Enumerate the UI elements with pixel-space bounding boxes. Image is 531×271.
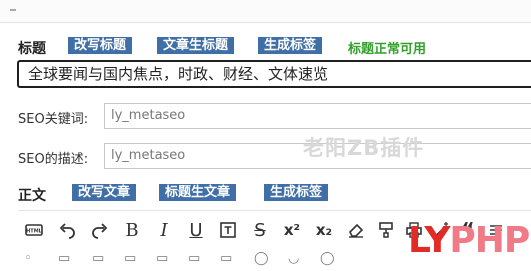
superscript-icon[interactable]: x² [280,219,304,241]
toolbar-row2-item[interactable]: ◯ [320,251,340,266]
generate-tags-button[interactable]: 生成标签 [258,37,323,54]
body-label: 正文 [18,188,46,204]
subscript-icon[interactable]: x₂ [312,219,336,241]
seo-description-label: SEO的描述: [18,152,89,167]
title-label: 标题 [18,41,46,57]
text-border-icon[interactable] [216,219,240,241]
toolbar-row2-item[interactable]: ▭ [188,251,208,266]
html-icon[interactable]: HTML [22,219,46,241]
italic-icon[interactable]: I [152,219,176,241]
seo-keywords-input[interactable]: ly_metaseo [104,103,531,129]
title-to-article-button[interactable]: 标题生文章 [159,184,237,201]
top-bar [0,0,531,23]
toolbar-row2-item[interactable]: ▭ [92,251,112,266]
article-to-title-button[interactable]: 文章生标题 [157,37,235,54]
logo-part-2: PHP [449,220,530,261]
rewrite-article-button[interactable]: 改写文章 [72,184,137,201]
toolbar-row2-item[interactable]: ◯ [254,251,274,266]
toolbar-row2-item[interactable]: ▭ [220,251,240,266]
rewrite-title-button[interactable]: 改写标题 [68,37,133,54]
logo-part-1: LY [408,220,450,261]
strikethrough-icon[interactable]: S [248,219,272,241]
eraser-icon[interactable] [344,219,368,241]
undo-icon[interactable] [55,219,79,241]
watermark: 老阳ZB插件 [303,136,425,160]
seo-keywords-label: SEO关键词: [18,112,89,127]
toolbar-row2-item[interactable]: ◡ [288,251,308,266]
lyphp-logo: LYPHP [408,220,530,261]
title-status: 标题正常可用 [348,42,427,57]
toolbar-row2-item[interactable]: ▭ [124,251,144,266]
body-generate-tags-button[interactable]: 生成标签 [264,184,329,201]
top-bar-mark [10,9,16,11]
toolbar-row2-item[interactable]: ▭ [156,251,176,266]
underline-icon[interactable]: U [184,219,208,241]
format-painter-icon[interactable] [374,219,398,241]
toolbar-row2-item[interactable]: ◦ [24,251,44,266]
title-input[interactable]: 全球要闻与国内焦点，时政、财经、文体速览 [17,60,531,88]
svg-text:HTML: HTML [26,229,43,235]
bold-icon[interactable]: B [120,219,144,241]
toolbar-row2-item[interactable]: ▭ [58,251,78,266]
redo-icon[interactable] [88,219,112,241]
